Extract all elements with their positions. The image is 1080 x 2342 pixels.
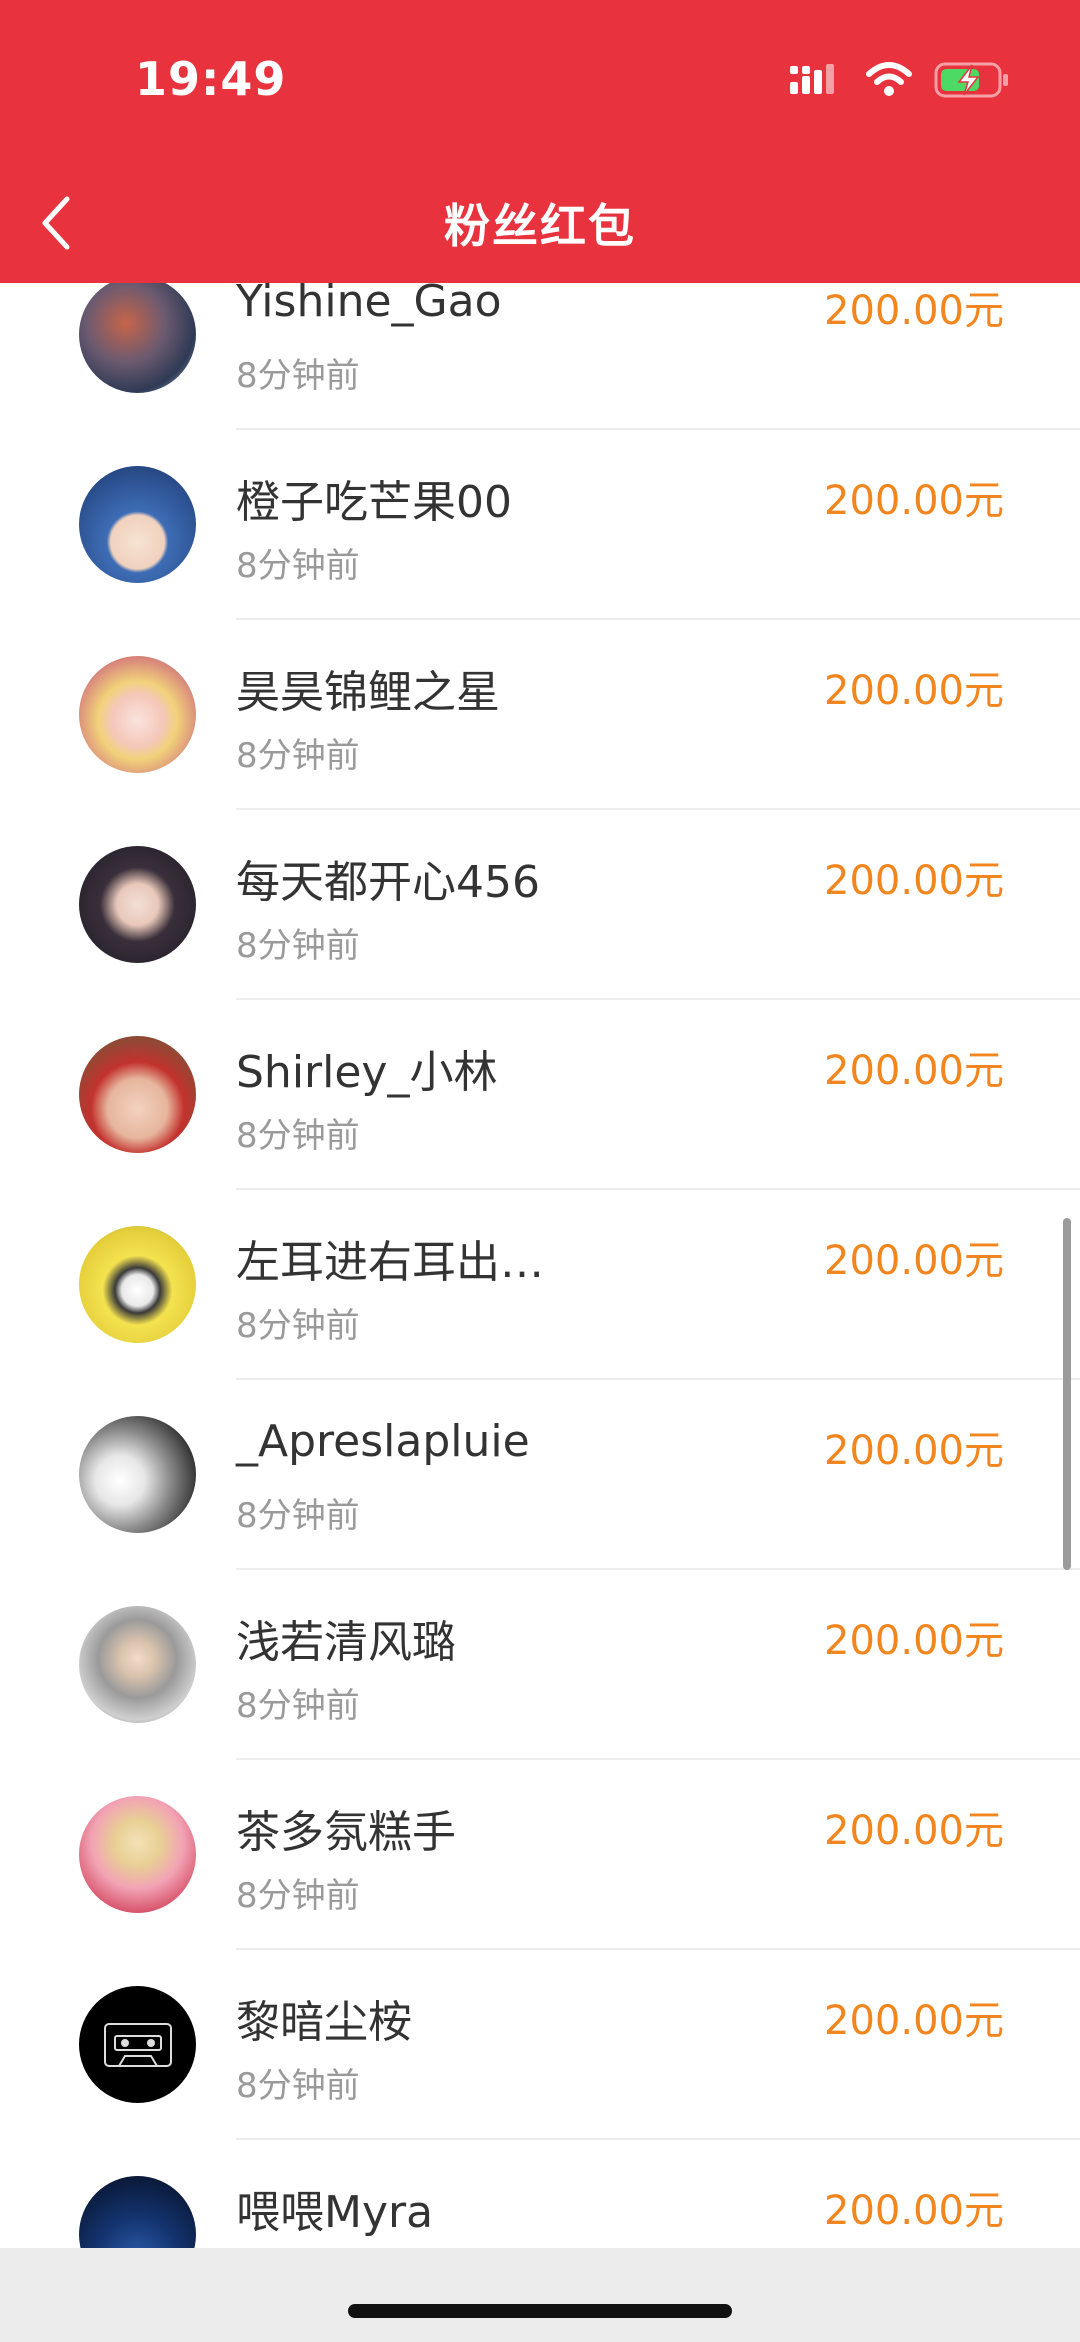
received-time: 8分钟前 xyxy=(236,1116,360,1156)
packet-amount: 200.00元 xyxy=(824,478,1004,524)
header: 19:49 粉丝红包 xyxy=(0,0,1080,283)
wifi-icon xyxy=(866,62,912,96)
list-item[interactable]: 黎暗尘桉 8分钟前 200.00元 xyxy=(0,1950,1080,2140)
fan-name: 茶多氛糕手 xyxy=(236,1807,456,1858)
received-time: 8分钟前 xyxy=(236,546,360,586)
received-time: 8分钟前 xyxy=(236,1876,360,1916)
received-time: 8分钟前 xyxy=(236,356,360,396)
avatar xyxy=(79,1606,196,1723)
list-item[interactable]: 喂喂Myra 200.00元 xyxy=(0,2140,1080,2248)
avatar xyxy=(79,1416,196,1533)
page-title: 粉丝红包 xyxy=(444,199,636,253)
packet-amount: 200.00元 xyxy=(824,668,1004,714)
list-item[interactable]: 浅若清风璐 8分钟前 200.00元 xyxy=(0,1570,1080,1760)
scrollbar[interactable] xyxy=(1063,1218,1071,1570)
screen: 19:49 粉丝红包 Yishine_Gao 8分钟前 200.00元 橙子吃芒… xyxy=(0,0,1080,2342)
received-time: 8分钟前 xyxy=(236,1306,360,1346)
cassette-tape-icon xyxy=(103,2022,172,2067)
packet-amount: 200.00元 xyxy=(824,1238,1004,1284)
avatar xyxy=(79,1986,196,2103)
avatar xyxy=(79,2176,196,2248)
battery-charging-icon xyxy=(934,62,1008,98)
packet-amount: 200.00元 xyxy=(824,2188,1004,2234)
fan-name: 浅若清风璐 xyxy=(236,1617,456,1668)
fan-name: _Apreslapluie xyxy=(236,1416,530,1467)
fan-red-packet-list[interactable]: Yishine_Gao 8分钟前 200.00元 橙子吃芒果00 8分钟前 20… xyxy=(0,283,1080,2248)
avatar xyxy=(79,846,196,963)
fan-name: Yishine_Gao xyxy=(236,283,502,327)
packet-amount: 200.00元 xyxy=(824,1048,1004,1094)
list-item[interactable]: 茶多氛糕手 8分钟前 200.00元 xyxy=(0,1760,1080,1950)
received-time: 8分钟前 xyxy=(236,1686,360,1726)
fan-name: 每天都开心456 xyxy=(236,857,540,908)
avatar xyxy=(79,466,196,583)
avatar xyxy=(79,1796,196,1913)
list-item[interactable]: Shirley_小林 8分钟前 200.00元 xyxy=(0,1000,1080,1190)
avatar xyxy=(79,283,196,393)
received-time: 8分钟前 xyxy=(236,1496,360,1536)
fan-name: 昊昊锦鲤之星 xyxy=(236,667,500,718)
packet-amount: 200.00元 xyxy=(824,1428,1004,1474)
packet-amount: 200.00元 xyxy=(824,288,1004,334)
cellular-signal-icon xyxy=(790,64,834,94)
fan-name: 喂喂Myra xyxy=(236,2187,434,2238)
list-item[interactable]: 橙子吃芒果00 8分钟前 200.00元 xyxy=(0,430,1080,620)
avatar xyxy=(79,656,196,773)
home-indicator-area xyxy=(0,2248,1080,2342)
list-item[interactable]: _Apreslapluie 8分钟前 200.00元 xyxy=(0,1380,1080,1570)
packet-amount: 200.00元 xyxy=(824,858,1004,904)
received-time: 8分钟前 xyxy=(236,2066,360,2106)
packet-amount: 200.00元 xyxy=(824,1998,1004,2044)
list-item[interactable]: 每天都开心456 8分钟前 200.00元 xyxy=(0,810,1080,1000)
fan-name: 黎暗尘桉 xyxy=(236,1997,412,2048)
received-time: 8分钟前 xyxy=(236,926,360,966)
avatar xyxy=(79,1226,196,1343)
fan-name: 橙子吃芒果00 xyxy=(236,477,512,528)
avatar xyxy=(79,1036,196,1153)
list-item[interactable]: 左耳进右耳出… 8分钟前 200.00元 xyxy=(0,1190,1080,1380)
home-indicator[interactable] xyxy=(348,2304,732,2318)
fan-name: 左耳进右耳出… xyxy=(236,1237,544,1288)
fan-name: Shirley_小林 xyxy=(236,1047,498,1098)
list-item[interactable]: Yishine_Gao 8分钟前 200.00元 xyxy=(0,283,1080,430)
status-time: 19:49 xyxy=(135,52,287,106)
list-item[interactable]: 昊昊锦鲤之星 8分钟前 200.00元 xyxy=(0,620,1080,810)
packet-amount: 200.00元 xyxy=(824,1808,1004,1854)
status-icons xyxy=(788,60,1010,100)
packet-amount: 200.00元 xyxy=(824,1618,1004,1664)
received-time: 8分钟前 xyxy=(236,736,360,776)
